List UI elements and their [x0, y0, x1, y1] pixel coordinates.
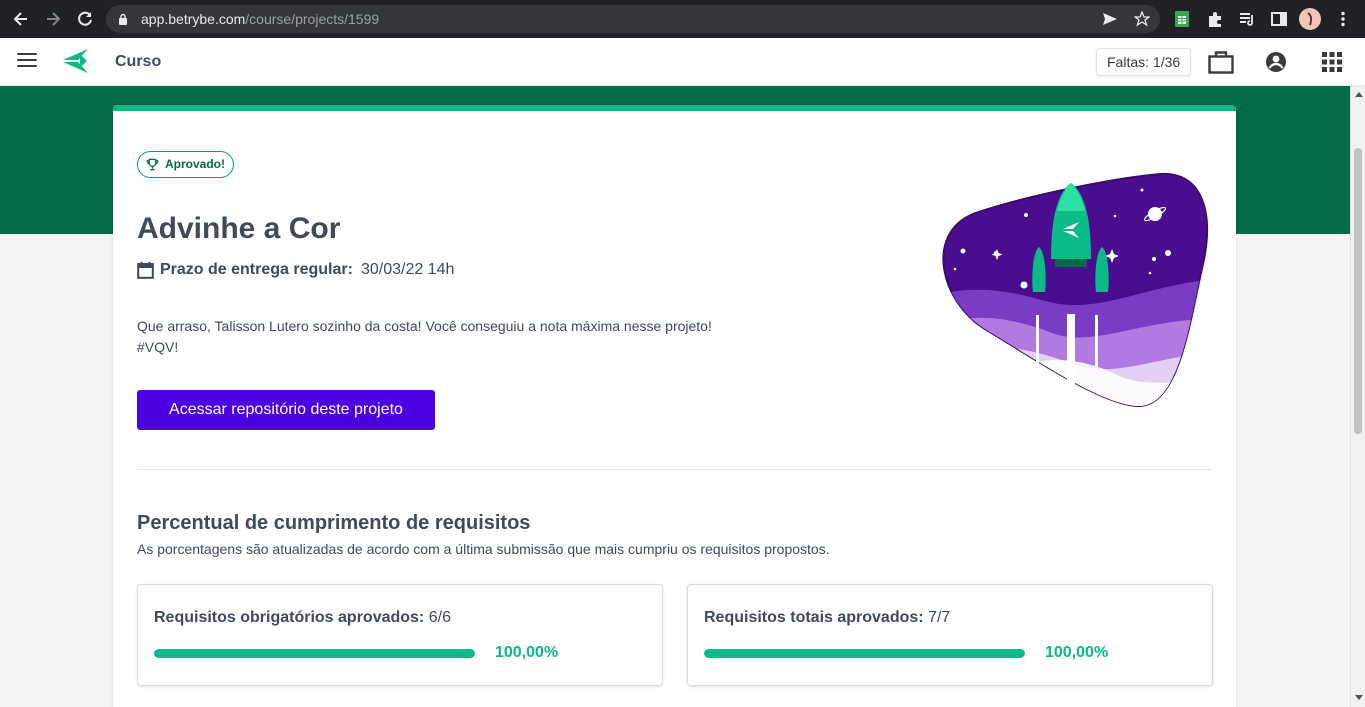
mandatory-percent: 100,00%: [495, 644, 559, 661]
access-repository-button[interactable]: Acessar repositório deste projeto: [137, 390, 435, 430]
mandatory-requirements-card: Requisitos obrigatórios aprovados: 6/6 1…: [137, 584, 663, 686]
trophy-icon: [146, 158, 159, 171]
side-panel-icon[interactable]: [1270, 10, 1288, 28]
total-requirements-label: Requisitos totais aprovados: 7/7: [704, 609, 951, 626]
deadline: Prazo de entrega regular: 30/03/22 14h: [137, 261, 454, 279]
scrollbar-thumb[interactable]: [1354, 148, 1362, 434]
total-progress-bar: [704, 649, 1025, 658]
section-title: Curso: [115, 53, 162, 70]
hamburger-menu-icon[interactable]: [17, 53, 37, 69]
media-queue-icon[interactable]: [1238, 10, 1256, 28]
mandatory-progress-fill: [154, 649, 475, 658]
browser-toolbar: app.betrybe.com/course/projects/1599: [0, 0, 1365, 38]
mandatory-progress-bar: [154, 649, 475, 658]
trybe-logo-icon[interactable]: [61, 46, 91, 76]
scroll-up-arrow-icon[interactable]: [1355, 92, 1363, 97]
rocket-launch-illustration: [942, 172, 1208, 408]
star-icon[interactable]: [1134, 11, 1150, 27]
sheets-extension-icon[interactable]: [1173, 10, 1191, 28]
message-line-2: #VQV!: [137, 339, 179, 355]
back-arrow-icon[interactable]: [11, 9, 31, 29]
forward-arrow-icon[interactable]: [43, 9, 63, 29]
status-badge-label: Aprovado!: [165, 157, 225, 171]
deadline-value: 30/03/22 14h: [360, 261, 455, 278]
more-vertical-icon[interactable]: [1334, 10, 1352, 28]
mandatory-requirements-label: Requisitos obrigatórios aprovados: 6/6: [154, 609, 451, 626]
address-bar[interactable]: app.betrybe.com/course/projects/1599: [106, 5, 1160, 33]
send-icon[interactable]: [1102, 11, 1118, 27]
message-line-1: Que arraso, Talisson Lutero sozinho da c…: [137, 318, 712, 334]
page-scrollbar[interactable]: [1350, 86, 1365, 707]
status-badge: Aprovado!: [137, 151, 234, 178]
congratulations-message: Que arraso, Talisson Lutero sozinho da c…: [137, 316, 737, 358]
project-title: Advinhe a Cor: [137, 212, 341, 245]
apps-grid-icon[interactable]: [1321, 50, 1343, 74]
account-circle-icon[interactable]: [1264, 50, 1288, 74]
absences-counter[interactable]: Faltas: 1/36: [1096, 48, 1192, 76]
total-requirements-card: Requisitos totais aprovados: 7/7 100,00%: [687, 584, 1213, 686]
extensions-puzzle-icon[interactable]: [1206, 10, 1224, 28]
project-card: Aprovado! Advinhe a Cor Prazo de entrega…: [113, 105, 1236, 707]
section-divider: [137, 469, 1212, 470]
requirements-title: Percentual de cumprimento de requisitos: [137, 512, 531, 534]
app-header: Curso Faltas: 1/36: [0, 38, 1365, 86]
url-text: app.betrybe.com/course/projects/1599: [141, 11, 380, 27]
requirements-subtitle: As porcentagens são atualizadas de acord…: [137, 541, 830, 557]
briefcase-icon[interactable]: [1208, 50, 1234, 74]
lock-icon: [119, 13, 127, 25]
scroll-down-arrow-icon[interactable]: [1355, 695, 1363, 700]
reload-icon[interactable]: [75, 9, 95, 29]
total-percent: 100,00%: [1045, 644, 1109, 661]
total-progress-fill: [704, 649, 1025, 658]
profile-avatar-icon[interactable]: [1299, 8, 1321, 30]
calendar-icon: [137, 261, 154, 279]
deadline-label: Prazo de entrega regular:: [160, 261, 353, 278]
